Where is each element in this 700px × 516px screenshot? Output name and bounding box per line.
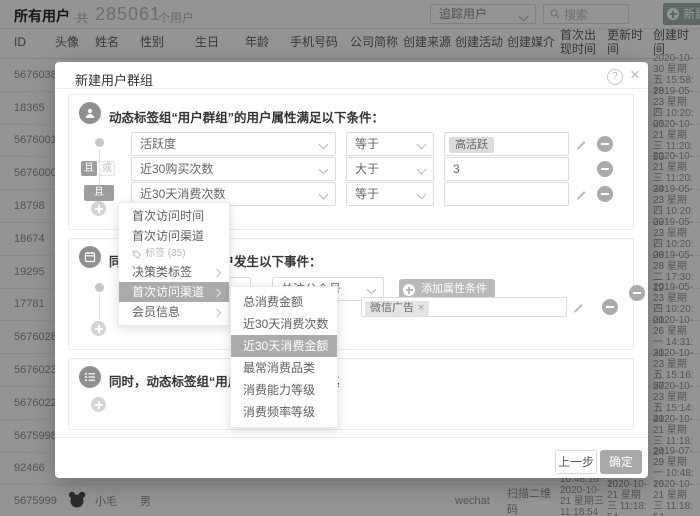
submenu-item-spend-frequency-level[interactable]: 消费频率等级 bbox=[231, 401, 337, 423]
submenu-item-30d-spend-count[interactable]: 近30天消费次数 bbox=[231, 313, 337, 335]
confirm-button[interactable]: 确定 bbox=[600, 450, 642, 474]
attribute-submenu: 总消费金额 近30天消费次数 近30天消费金额 最常消费品类 消费能力等级 消费… bbox=[230, 286, 338, 428]
chevron-down-icon bbox=[319, 190, 329, 200]
close-icon[interactable]: × bbox=[630, 65, 640, 85]
menu-item-first-visit-time[interactable]: 首次访问时间 bbox=[119, 206, 229, 226]
and-toggle[interactable]: 且 bbox=[84, 185, 114, 201]
remove-condition-icon[interactable] bbox=[602, 299, 618, 315]
attribute-select[interactable]: 活跃度 bbox=[131, 132, 336, 156]
list-icon bbox=[79, 366, 101, 388]
timeline-dot bbox=[95, 283, 104, 292]
divider bbox=[55, 437, 648, 438]
chevron-down-icon bbox=[367, 285, 377, 295]
user-attribute-icon bbox=[79, 102, 101, 124]
menu-group-tags: 标签 (35) bbox=[119, 246, 229, 262]
timeline-line bbox=[99, 294, 100, 320]
edit-icon[interactable] bbox=[572, 301, 584, 313]
and-toggle[interactable]: 且 bbox=[81, 161, 97, 176]
remove-condition-icon[interactable] bbox=[597, 161, 613, 177]
attribute-select[interactable]: 近30购买次数 bbox=[131, 157, 336, 181]
menu-item-member-info[interactable]: 会员信息 bbox=[119, 302, 229, 322]
add-event-icon[interactable] bbox=[91, 397, 106, 412]
help-icon[interactable]: ? bbox=[607, 69, 623, 85]
previous-step-button[interactable]: 上一步 bbox=[555, 450, 597, 474]
menu-item-first-visit-channel-group[interactable]: 首次访问渠道 bbox=[119, 282, 229, 302]
chevron-down-icon bbox=[319, 165, 329, 175]
or-toggle[interactable]: 或 bbox=[99, 161, 115, 176]
timeline-dot bbox=[95, 138, 104, 147]
submenu-arrow-icon bbox=[213, 268, 221, 276]
remove-condition-icon[interactable] bbox=[597, 136, 613, 152]
remove-condition-icon[interactable] bbox=[597, 186, 613, 202]
chevron-down-icon bbox=[319, 140, 329, 150]
submenu-arrow-icon bbox=[213, 288, 221, 296]
submenu-arrow-icon bbox=[213, 308, 221, 316]
edit-icon[interactable] bbox=[575, 188, 587, 200]
menu-item-first-visit-channel[interactable]: 首次访问渠道 bbox=[119, 226, 229, 246]
edit-icon[interactable] bbox=[575, 138, 587, 150]
operator-select[interactable]: 等于 bbox=[346, 182, 434, 206]
operator-select[interactable]: 等于 bbox=[346, 132, 434, 156]
plus-icon bbox=[403, 284, 415, 296]
add-attribute-condition-button[interactable]: 添加属性条件 bbox=[399, 279, 495, 299]
modal-title: 新建用户群组 bbox=[75, 70, 153, 89]
value-tag: 高活跃 bbox=[449, 137, 494, 153]
menu-item-decision-tags[interactable]: 决策类标签 bbox=[119, 262, 229, 282]
submenu-item-total-spend[interactable]: 总消费金额 bbox=[231, 291, 337, 313]
second-event-section: 同时，动态标签组“用户群组”的用户发生以下事件： bbox=[68, 358, 634, 430]
chevron-down-icon bbox=[417, 165, 427, 175]
submenu-item-spend-ability-level[interactable]: 消费能力等级 bbox=[231, 379, 337, 401]
divider bbox=[55, 88, 648, 89]
remove-tag-icon[interactable]: × bbox=[418, 301, 424, 316]
chevron-down-icon bbox=[417, 140, 427, 150]
tag-icon bbox=[132, 250, 141, 259]
app-window: 所有用户 ·共 285061 个用户 追踪用户 搜索 新建用户 ID 头像 姓名… bbox=[0, 0, 700, 516]
value-tag: 微信广告 × bbox=[365, 301, 429, 316]
value-input[interactable]: 3 bbox=[444, 157, 569, 181]
section-header: 动态标签组“用户群组”的用户属性满足以下条件： bbox=[109, 107, 384, 126]
submenu-item-30d-spend-amount[interactable]: 近30天消费金额 bbox=[231, 335, 337, 357]
add-condition-icon[interactable] bbox=[91, 201, 106, 216]
event-icon bbox=[79, 246, 101, 268]
value-input[interactable] bbox=[444, 182, 569, 206]
remove-event-icon[interactable] bbox=[629, 285, 645, 301]
event-value-field[interactable]: 微信广告 × bbox=[361, 297, 567, 317]
chevron-down-icon bbox=[417, 190, 427, 200]
attribute-dropdown-menu: 首次访问时间 首次访问渠道 标签 (35) 决策类标签 首次访问渠道 会员信息 bbox=[118, 202, 230, 326]
add-event-icon[interactable] bbox=[91, 321, 106, 336]
submenu-item-top-category[interactable]: 最常消费品类 bbox=[231, 357, 337, 379]
value-input[interactable]: 高活跃 bbox=[444, 132, 569, 156]
operator-select[interactable]: 大于 bbox=[346, 157, 434, 181]
